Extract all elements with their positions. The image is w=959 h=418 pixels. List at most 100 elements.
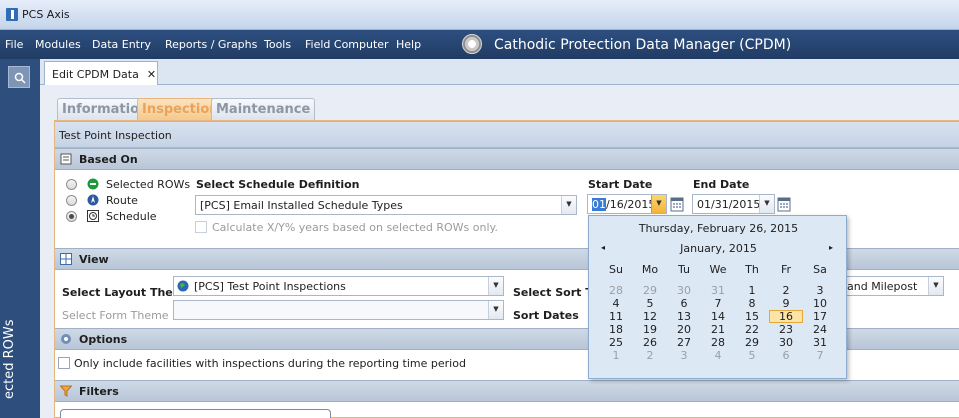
calendar-day[interactable]: 9: [769, 297, 803, 310]
calendar-day[interactable]: 12: [633, 310, 667, 323]
calendar-day[interactable]: 2: [633, 349, 667, 362]
calendar-day-selected[interactable]: 16: [769, 310, 803, 323]
option-selected-rows-label: Selected ROWs: [106, 178, 191, 191]
left-panel-strip: ected ROWs: [0, 59, 40, 418]
calendar-day[interactable]: 19: [633, 323, 667, 336]
calendar-day[interactable]: 8: [735, 297, 769, 310]
chevron-down-icon[interactable]: ▼: [759, 195, 774, 213]
calendar-day[interactable]: 30: [769, 336, 803, 349]
calendar-day[interactable]: 27: [667, 336, 701, 349]
calendar-day[interactable]: 20: [667, 323, 701, 336]
app-logo-icon: [6, 8, 18, 21]
filter-funnel-icon: [60, 385, 72, 397]
radio-selected-rows[interactable]: [66, 179, 77, 190]
form-theme-select[interactable]: ▼: [173, 300, 504, 320]
based-on-icon: [60, 153, 72, 165]
calendar-day[interactable]: 17: [803, 310, 837, 323]
end-date-input[interactable]: 01/31/2015 ▼: [692, 194, 775, 214]
based-on-section-header[interactable]: Based On: [55, 148, 959, 170]
tab-edit-cpdm-data[interactable]: Edit CPDM Data ✕: [44, 61, 158, 86]
title-bar: PCS Axis: [0, 0, 959, 30]
calendar-day[interactable]: 24: [803, 323, 837, 336]
selected-rows-panel-label[interactable]: ected ROWs: [2, 319, 17, 399]
calendar-day[interactable]: 1: [599, 349, 633, 362]
chevron-down-icon[interactable]: ▼: [928, 277, 943, 295]
calendar-day[interactable]: 5: [735, 349, 769, 362]
calendar-day[interactable]: 31: [803, 336, 837, 349]
calendar-day[interactable]: 18: [599, 323, 633, 336]
calendar-day[interactable]: 28: [599, 284, 633, 297]
calendar-day[interactable]: 26: [633, 336, 667, 349]
day-of-week-header: Fr: [780, 263, 792, 276]
calendar-day[interactable]: 1: [735, 284, 769, 297]
calendar-day[interactable]: 23: [769, 323, 803, 336]
calendar-day[interactable]: 29: [735, 336, 769, 349]
end-date-calendar-icon[interactable]: [777, 196, 791, 212]
based-on-title: Based On: [79, 153, 138, 166]
calendar-day[interactable]: 10: [803, 297, 837, 310]
calendar-day[interactable]: 7: [803, 349, 837, 362]
start-date-input[interactable]: 01/16/2015 ▼: [587, 194, 667, 214]
schedule-definition-value: [PCS] Email Installed Schedule Types: [200, 199, 403, 212]
calendar-day[interactable]: 2: [769, 284, 803, 297]
calendar-day[interactable]: 3: [803, 284, 837, 297]
calendar-today-text[interactable]: Thursday, February 26, 2015: [589, 222, 848, 235]
menu-reports-graphs[interactable]: Reports / Graphs: [165, 38, 257, 51]
filters-section-header[interactable]: Filters: [55, 380, 959, 402]
start-date-selected-month: 01: [592, 198, 606, 211]
calendar-day[interactable]: 13: [667, 310, 701, 323]
chevron-down-icon[interactable]: ▼: [651, 195, 666, 213]
calendar-day[interactable]: 14: [701, 310, 735, 323]
day-of-week-header: Sa: [813, 263, 827, 276]
menu-field-computer[interactable]: Field Computer: [305, 38, 389, 51]
filter-panel-box[interactable]: [60, 409, 331, 418]
calendar-month-title[interactable]: January, 2015: [589, 242, 848, 255]
next-month-icon[interactable]: ▸: [829, 243, 833, 252]
calendar-day[interactable]: 6: [769, 349, 803, 362]
options-gear-icon: [61, 334, 71, 344]
calendar-day[interactable]: 21: [701, 323, 735, 336]
start-date-label: Start Date: [588, 178, 653, 191]
close-tab-icon[interactable]: ✕: [147, 68, 156, 81]
calendar-day[interactable]: 29: [633, 284, 667, 297]
search-button[interactable]: [8, 66, 30, 88]
calendar-day[interactable]: 4: [599, 297, 633, 310]
calendar-day[interactable]: 30: [667, 284, 701, 297]
calendar-day[interactable]: 6: [667, 297, 701, 310]
schedule-definition-select[interactable]: [PCS] Email Installed Schedule Types ▼: [195, 195, 577, 215]
calendar-day[interactable]: 25: [599, 336, 633, 349]
chevron-down-icon[interactable]: ▼: [488, 301, 503, 319]
cpdm-module-icon: [462, 34, 482, 54]
radio-route[interactable]: [66, 195, 77, 206]
chevron-down-icon[interactable]: ▼: [488, 277, 503, 295]
menu-file[interactable]: File: [5, 38, 23, 51]
inspections-period-checkbox[interactable]: [58, 357, 70, 369]
menu-help[interactable]: Help: [396, 38, 421, 51]
calendar-day[interactable]: 7: [701, 297, 735, 310]
layout-theme-select[interactable]: [PCS] Test Point Inspections ▼: [173, 276, 504, 296]
sort-theme-select[interactable]: and Milepost ▼: [843, 276, 944, 296]
menu-tools[interactable]: Tools: [264, 38, 291, 51]
end-date-value: 01/31/2015: [697, 198, 761, 211]
options-title: Options: [79, 333, 128, 346]
chevron-down-icon[interactable]: ▼: [561, 196, 576, 214]
calendar-day[interactable]: 28: [701, 336, 735, 349]
sort-dates-label: Sort Dates: [513, 309, 579, 322]
calendar-day[interactable]: 11: [599, 310, 633, 323]
calendar-day[interactable]: 22: [735, 323, 769, 336]
menu-bar: File Modules Data Entry Reports / Graphs…: [0, 30, 959, 59]
radio-schedule[interactable]: [66, 211, 77, 222]
date-picker-calendar[interactable]: Thursday, February 26, 2015 ◂ January, 2…: [588, 215, 847, 379]
calendar-day[interactable]: 15: [735, 310, 769, 323]
calendar-day[interactable]: 31: [701, 284, 735, 297]
layout-theme-value: [PCS] Test Point Inspections: [194, 280, 346, 293]
tab-maintenance[interactable]: Maintenance: [211, 98, 316, 120]
calendar-day[interactable]: 4: [701, 349, 735, 362]
menu-modules[interactable]: Modules: [35, 38, 81, 51]
app-title: PCS Axis: [22, 8, 70, 21]
menu-data-entry[interactable]: Data Entry: [92, 38, 151, 51]
start-date-calendar-icon[interactable]: [670, 196, 684, 212]
calendar-day[interactable]: 3: [667, 349, 701, 362]
calendar-day[interactable]: 5: [633, 297, 667, 310]
calc-years-checkbox[interactable]: [195, 221, 207, 233]
